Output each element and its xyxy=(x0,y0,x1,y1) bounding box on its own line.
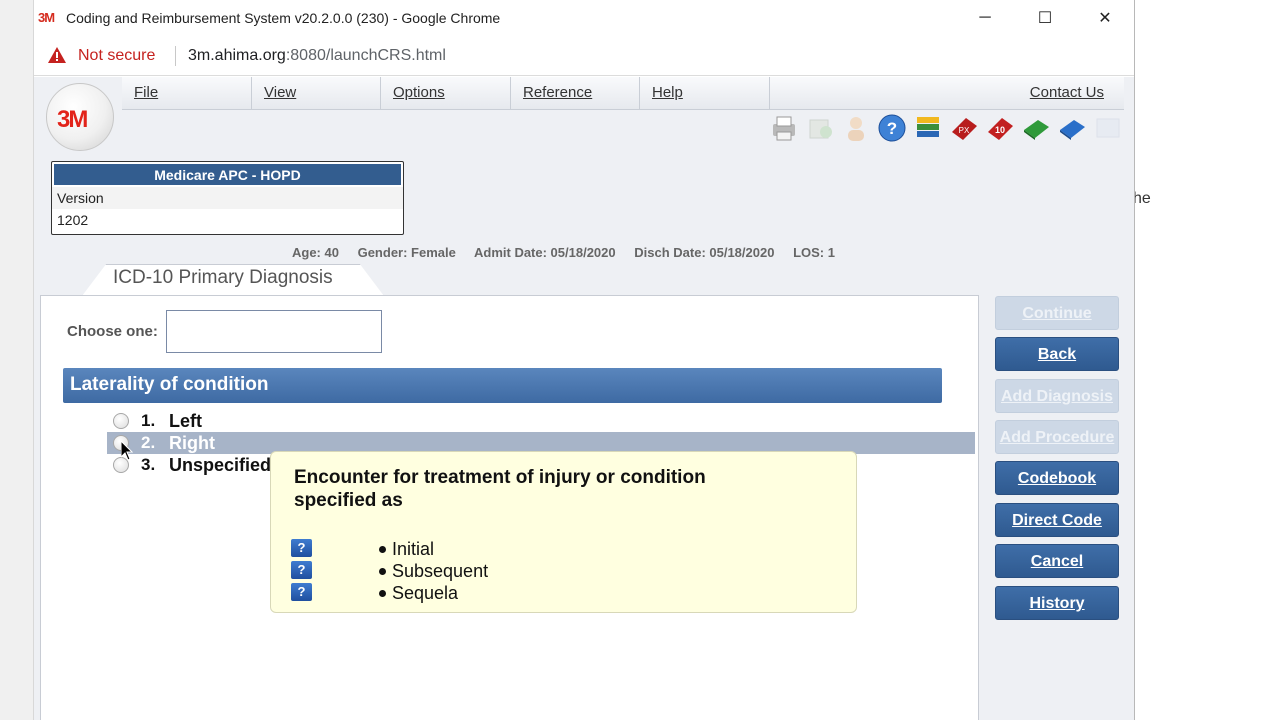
menu-help[interactable]: Help xyxy=(640,77,770,110)
blue-book-icon[interactable] xyxy=(1056,113,1087,143)
desktop-left-edge xyxy=(0,0,34,720)
bullet-icon xyxy=(379,546,386,553)
maximize-button[interactable]: ☐ xyxy=(1022,4,1068,32)
url-text[interactable]: 3m.ahima.org:8080/launchCRS.html xyxy=(188,47,446,65)
person-icon xyxy=(840,113,871,143)
toolbar: ? PX 10 xyxy=(768,113,1123,145)
back-button[interactable]: Back xyxy=(995,337,1119,371)
grouper-icon xyxy=(804,113,835,143)
version-label: Version xyxy=(52,187,403,209)
grouper-info-box: Medicare APC - HOPD Version 1202 xyxy=(51,161,404,235)
minimize-button[interactable]: ─ xyxy=(962,4,1008,32)
choose-label: Choose one: xyxy=(67,323,158,340)
printer-icon[interactable] xyxy=(768,113,799,143)
tooltip-item-text: Initial xyxy=(392,539,435,559)
bullet-icon xyxy=(379,590,386,597)
question-icon[interactable]: ? xyxy=(291,539,312,557)
option-left[interactable]: 1. Left xyxy=(107,410,975,432)
radio-left[interactable] xyxy=(113,413,129,429)
tooltip-item-text: Sequela xyxy=(392,583,459,603)
title-bar: 3M Coding and Reimbursement System v20.2… xyxy=(34,0,1134,36)
option-number: 2. xyxy=(141,433,156,452)
menu-reference[interactable]: Reference xyxy=(511,77,640,110)
px-book-icon[interactable]: PX xyxy=(948,113,979,143)
title-3m-logo: 3M xyxy=(38,10,55,25)
admit-date: Admit Date: 05/18/2020 xyxy=(474,245,616,260)
continue-button[interactable]: Continue xyxy=(995,296,1119,330)
svg-text:?: ? xyxy=(886,119,896,138)
add-diagnosis-button[interactable]: Add Diagnosis xyxy=(995,379,1119,413)
patient-gender: Gender: Female xyxy=(357,245,456,260)
codebook-button[interactable]: Codebook xyxy=(995,461,1119,495)
svg-text:PX: PX xyxy=(958,126,969,135)
version-value: 1202 xyxy=(57,212,89,228)
grouper-name: Medicare APC - HOPD xyxy=(54,164,401,185)
help-icon[interactable]: ? xyxy=(876,113,907,143)
question-icon[interactable]: ? xyxy=(291,583,312,601)
menu-view[interactable]: View xyxy=(252,77,381,110)
section-title: Laterality of condition xyxy=(63,368,942,403)
menu-bar: File View Options Reference Help Contact… xyxy=(122,77,1124,110)
address-bar[interactable]: Not secure 3m.ahima.org:8080/launchCRS.h… xyxy=(34,36,1134,76)
window-title: Coding and Reimbursement System v20.2.0.… xyxy=(66,10,501,26)
disch-date: Disch Date: 05/18/2020 xyxy=(634,245,775,260)
option-label[interactable]: Right xyxy=(169,433,215,454)
url-host: 3m.ahima.org xyxy=(188,47,286,64)
encounter-tooltip: Encounter for treatment of injury or con… xyxy=(270,451,857,613)
tooltip-item: ? Subsequent xyxy=(291,561,591,581)
length-of-stay: LOS: 1 xyxy=(793,245,835,260)
mouse-cursor-icon xyxy=(121,441,133,461)
crs-app: 3M File View Options Reference Help Cont… xyxy=(34,77,1134,720)
svg-text:10: 10 xyxy=(994,125,1004,135)
disabled-icon xyxy=(1092,113,1123,143)
desktop-right-background xyxy=(1136,0,1280,720)
icd10-book-icon[interactable]: 10 xyxy=(984,113,1015,143)
patient-info: Age: 40 Gender: Female Admit Date: 05/18… xyxy=(292,245,850,260)
contact-us-link[interactable]: Contact Us xyxy=(1030,84,1104,101)
patient-age: Age: 40 xyxy=(292,245,339,260)
option-number: 3. xyxy=(141,455,156,474)
background-text: he xyxy=(1133,190,1151,207)
tooltip-title: Encounter for treatment of injury or con… xyxy=(294,467,706,511)
3m-logo-text: 3M xyxy=(57,106,88,133)
option-number: 1. xyxy=(141,411,156,430)
choose-input[interactable] xyxy=(166,310,382,353)
question-icon[interactable]: ? xyxy=(291,561,312,579)
add-procedure-button[interactable]: Add Procedure xyxy=(995,420,1119,454)
tooltip-item: ? Sequela xyxy=(291,583,591,603)
address-separator xyxy=(175,46,176,66)
cancel-button[interactable]: Cancel xyxy=(995,544,1119,578)
menu-options[interactable]: Options xyxy=(381,77,511,110)
close-button[interactable]: ✕ xyxy=(1082,4,1128,32)
warning-icon[interactable] xyxy=(48,47,66,63)
direct-code-button[interactable]: Direct Code xyxy=(995,503,1119,537)
tooltip-item: ? Initial xyxy=(291,539,591,559)
bullet-icon xyxy=(379,568,386,575)
url-path: :8080/launchCRS.html xyxy=(285,47,446,64)
not-secure-label[interactable]: Not secure xyxy=(78,47,155,65)
menu-file[interactable]: File xyxy=(122,77,252,110)
tooltip-item-text: Subsequent xyxy=(392,561,489,581)
tab-label: ICD-10 Primary Diagnosis xyxy=(113,267,333,288)
option-label[interactable]: Left xyxy=(169,411,202,432)
history-button[interactable]: History xyxy=(995,586,1119,620)
browser-window: 3M Coding and Reimbursement System v20.2… xyxy=(34,0,1135,720)
green-book-icon[interactable] xyxy=(1020,113,1051,143)
option-label[interactable]: Unspecified xyxy=(169,455,271,476)
books-icon[interactable] xyxy=(912,113,943,143)
